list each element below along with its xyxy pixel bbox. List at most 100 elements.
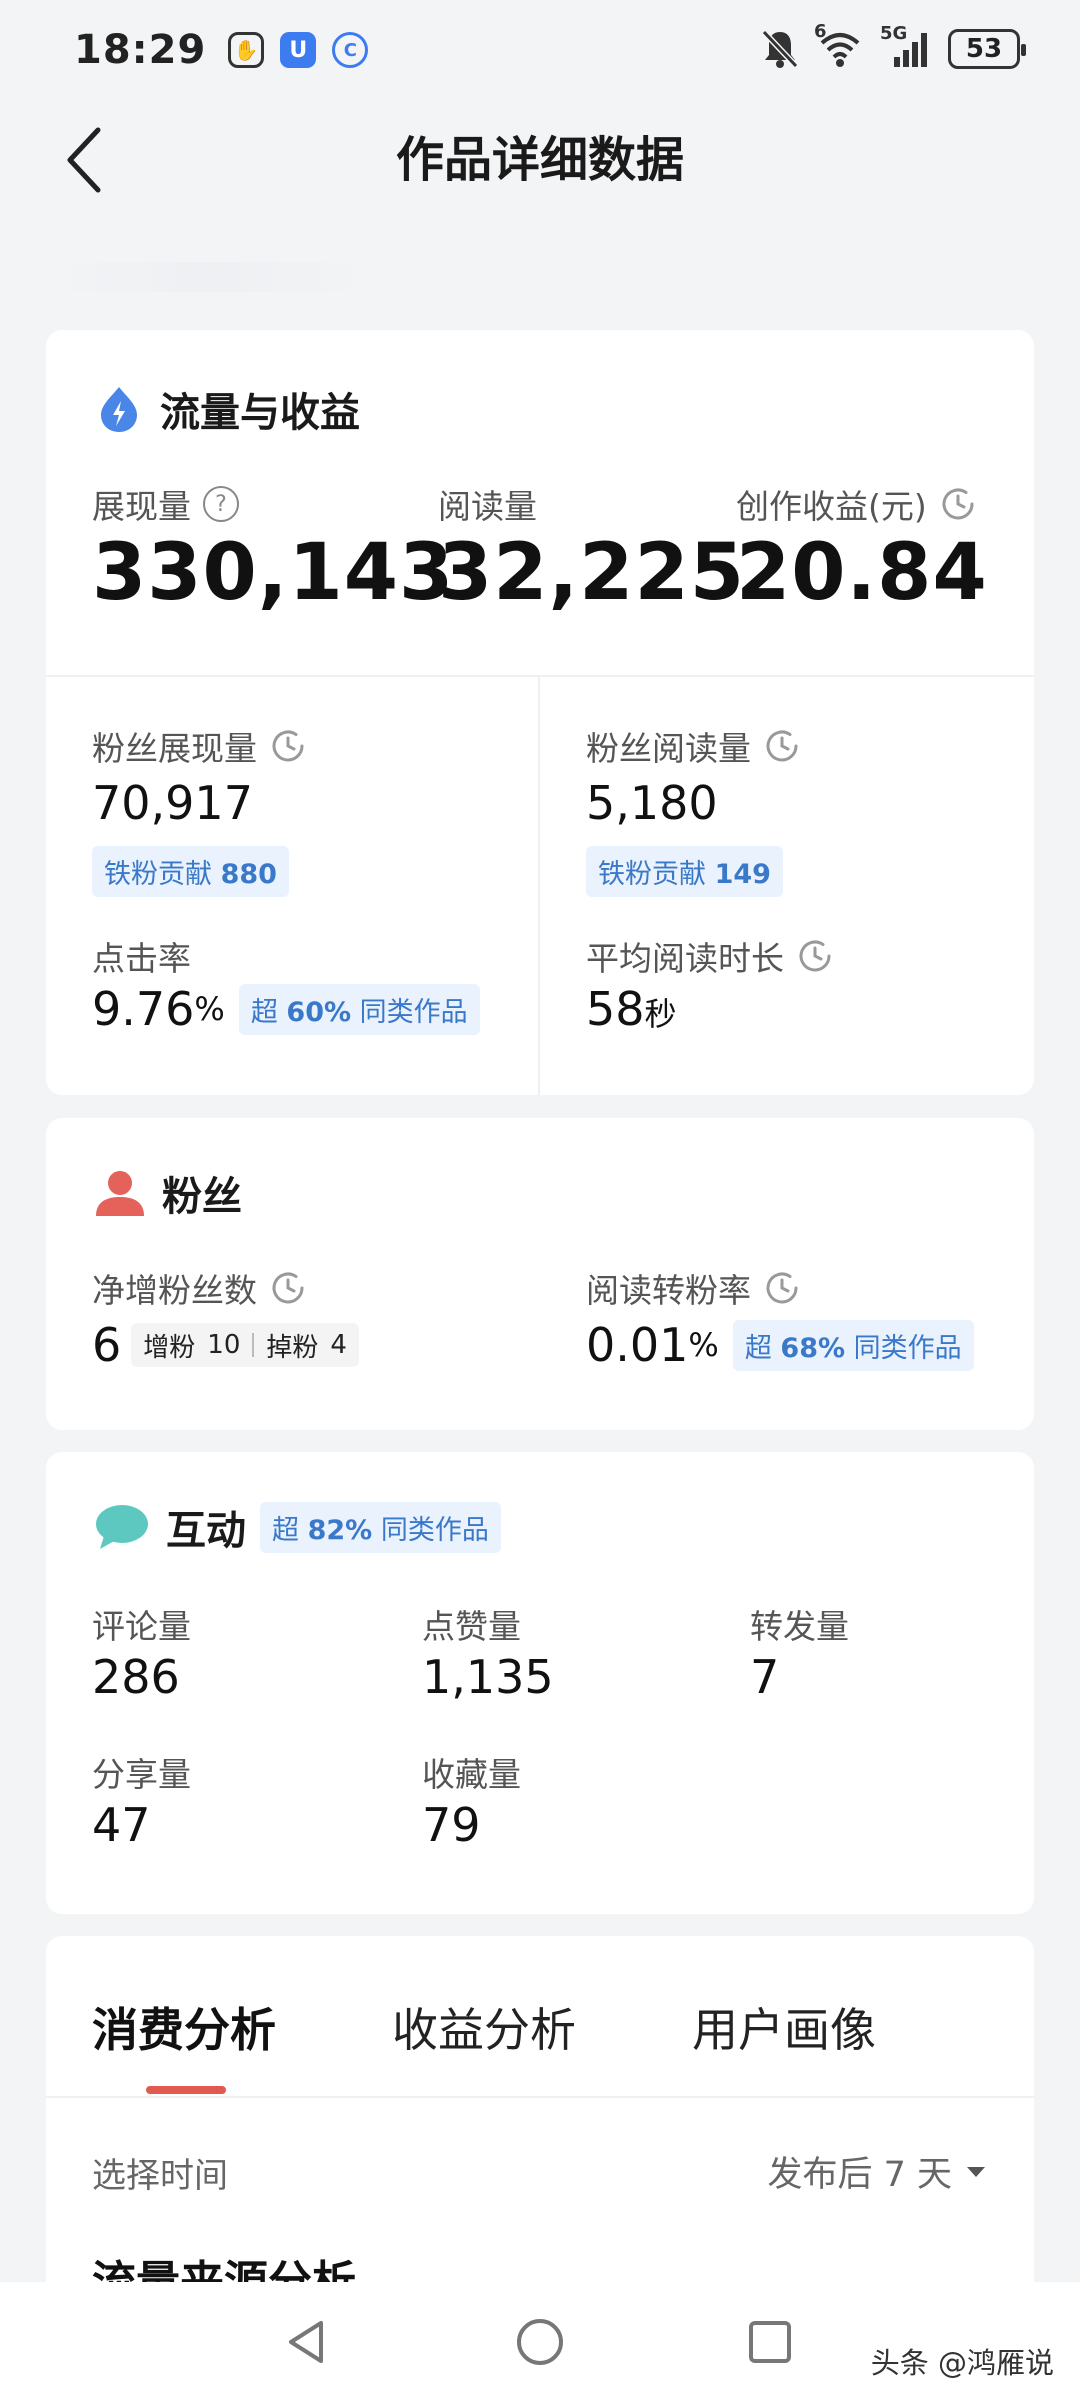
- likes-value: 1,135: [422, 1650, 554, 1704]
- header: 作品详细数据: [0, 110, 1080, 200]
- recents-square-icon[interactable]: [740, 2312, 800, 2372]
- time-label: 选择时间: [92, 2156, 228, 2196]
- wifi-badge: 6: [814, 21, 827, 42]
- clock-icon[interactable]: [763, 1269, 801, 1307]
- favorites-label: 收藏量: [422, 1755, 521, 1794]
- watermark: 头条 @鸿雁说: [870, 2346, 1054, 2380]
- loss-label: 掉粉: [266, 1332, 319, 1363]
- avg-read-time-row: 58 秒: [586, 982, 677, 1036]
- badge-label: 铁粉贡献: [598, 859, 706, 890]
- status-left-icons: ✋ U C: [228, 32, 369, 68]
- reposts-label: 转发量: [750, 1607, 849, 1646]
- divider: [46, 2096, 1034, 2098]
- fan-impressions-label: 粉丝展现量: [92, 722, 307, 770]
- conversion-row: 0.01 % 超 68% 同类作品: [586, 1318, 974, 1372]
- lightning-drop-icon: [101, 387, 137, 432]
- interaction-card: 互动 超 82% 同类作品 评论量 286 点赞量 1,135 转发量 7 分享…: [46, 1452, 1034, 1914]
- chat-bubble-icon: [96, 1505, 148, 1549]
- gain-label: 增粉: [143, 1332, 196, 1363]
- clock-icon[interactable]: [269, 1269, 307, 1307]
- reads-value: 32,225: [438, 528, 745, 618]
- ctr-unit: %: [194, 990, 225, 1028]
- clock-icon[interactable]: [763, 727, 801, 765]
- shares-value: 47: [92, 1798, 151, 1852]
- interaction-badge: 超 82% 同类作品: [260, 1501, 501, 1553]
- u-app-icon: U: [280, 32, 317, 68]
- badge-label: 铁粉贡献: [104, 859, 212, 890]
- signal-icon: 5G: [880, 23, 930, 69]
- conversion-unit: %: [688, 1326, 719, 1364]
- fan-reads-label-text: 粉丝阅读量: [586, 729, 751, 768]
- impressions-value: 330,143: [92, 528, 455, 618]
- gain-value: 10: [207, 1330, 241, 1360]
- conversion-label-text: 阅读转粉率: [586, 1271, 751, 1310]
- ctr-value: 9.76: [92, 982, 195, 1036]
- fan-impressions-value: 70,917: [92, 776, 253, 830]
- help-icon[interactable]: ?: [203, 486, 239, 522]
- fans-title: 粉丝: [162, 1174, 242, 1220]
- reads-label: 阅读量: [438, 487, 537, 526]
- fan-impressions-badge: 铁粉贡献 880: [92, 846, 289, 897]
- earnings-value: 20.84: [736, 528, 988, 618]
- impressions-label: 展现量 ?: [92, 480, 239, 528]
- badge-value: 149: [714, 859, 771, 890]
- badge-suffix: 同类作品: [359, 996, 468, 1028]
- status-time: 18:29: [74, 27, 207, 73]
- c-app-icon: C: [332, 32, 369, 68]
- faint-placeholder: [46, 262, 376, 292]
- badge-value: 60%: [286, 996, 352, 1028]
- net-gain-label: 净增粉丝数: [92, 1264, 307, 1312]
- ctr-badge: 超 60% 同类作品: [238, 983, 480, 1035]
- conversion-badge: 超 68% 同类作品: [732, 1319, 974, 1371]
- fans-header: 粉丝: [94, 1164, 242, 1222]
- badge-prefix: 超: [250, 996, 278, 1028]
- likes-label: 点赞量: [422, 1607, 521, 1646]
- tab-user-profile[interactable]: 用户画像: [692, 1994, 876, 2060]
- fan-reads-badge: 铁粉贡献 149: [586, 846, 783, 897]
- badge-suffix: 同类作品: [380, 1514, 489, 1546]
- tab-earnings-analysis[interactable]: 收益分析: [392, 1994, 576, 2060]
- tab-consumption-analysis[interactable]: 消费分析: [92, 1994, 276, 2060]
- wifi-icon: 6: [814, 21, 862, 69]
- badge-prefix: 超: [272, 1514, 299, 1546]
- clock-icon[interactable]: [796, 937, 834, 975]
- interaction-title: 互动: [166, 1508, 246, 1554]
- impressions-label-text: 展现量: [92, 487, 191, 526]
- fans-card: 粉丝 净增粉丝数 6 增粉 10 掉粉 4 阅读转粉率 0.01 % 超 68%…: [46, 1118, 1034, 1430]
- page-title: 作品详细数据: [395, 132, 684, 188]
- earnings-label-text: 创作收益(元): [736, 487, 927, 526]
- time-selector-value: 发布后 7 天: [767, 2155, 952, 2195]
- system-nav-bar: 头条 @鸿雁说: [0, 2282, 1080, 2400]
- hand-icon: ✋: [228, 32, 265, 68]
- net-gain-value: 6: [92, 1318, 122, 1372]
- interaction-header: 互动 超 82% 同类作品: [94, 1498, 501, 1556]
- traffic-header: 流量与收益: [94, 380, 360, 438]
- clock-icon[interactable]: [269, 727, 307, 765]
- badge-suffix: 同类作品: [853, 1332, 962, 1364]
- status-bar: 18:29 ✋ U C 6 5G 53: [0, 0, 1080, 100]
- favorites-value: 79: [422, 1798, 481, 1852]
- net-gain-label-text: 净增粉丝数: [92, 1271, 257, 1310]
- clock-icon[interactable]: [939, 485, 977, 523]
- conversion-value: 0.01: [586, 1318, 689, 1372]
- person-icon: [96, 1171, 144, 1216]
- gain-loss-chip: 增粉 10 掉粉 4: [131, 1323, 359, 1367]
- avg-read-time-unit: 秒: [644, 995, 677, 1033]
- ctr-row: 9.76 % 超 60% 同类作品: [92, 982, 480, 1036]
- active-tab-indicator: [146, 2086, 226, 2094]
- time-selector[interactable]: 发布后 7 天: [767, 2146, 988, 2197]
- comments-value: 286: [92, 1650, 180, 1704]
- ctr-label: 点击率: [92, 939, 191, 978]
- mute-bell-icon: [761, 29, 799, 69]
- avg-read-time-label: 平均阅读时长: [586, 932, 834, 980]
- status-right-icons: 6 5G 53: [760, 21, 1026, 70]
- fan-reads-label: 粉丝阅读量: [586, 722, 801, 770]
- earnings-label: 创作收益(元): [736, 480, 977, 528]
- home-circle-icon[interactable]: [510, 2312, 570, 2372]
- back-triangle-icon[interactable]: [278, 2312, 338, 2372]
- divider: [538, 677, 540, 1095]
- fan-reads-value: 5,180: [586, 776, 718, 830]
- comments-label: 评论量: [92, 1607, 191, 1646]
- badge-value: 880: [220, 859, 277, 890]
- shares-label: 分享量: [92, 1755, 191, 1794]
